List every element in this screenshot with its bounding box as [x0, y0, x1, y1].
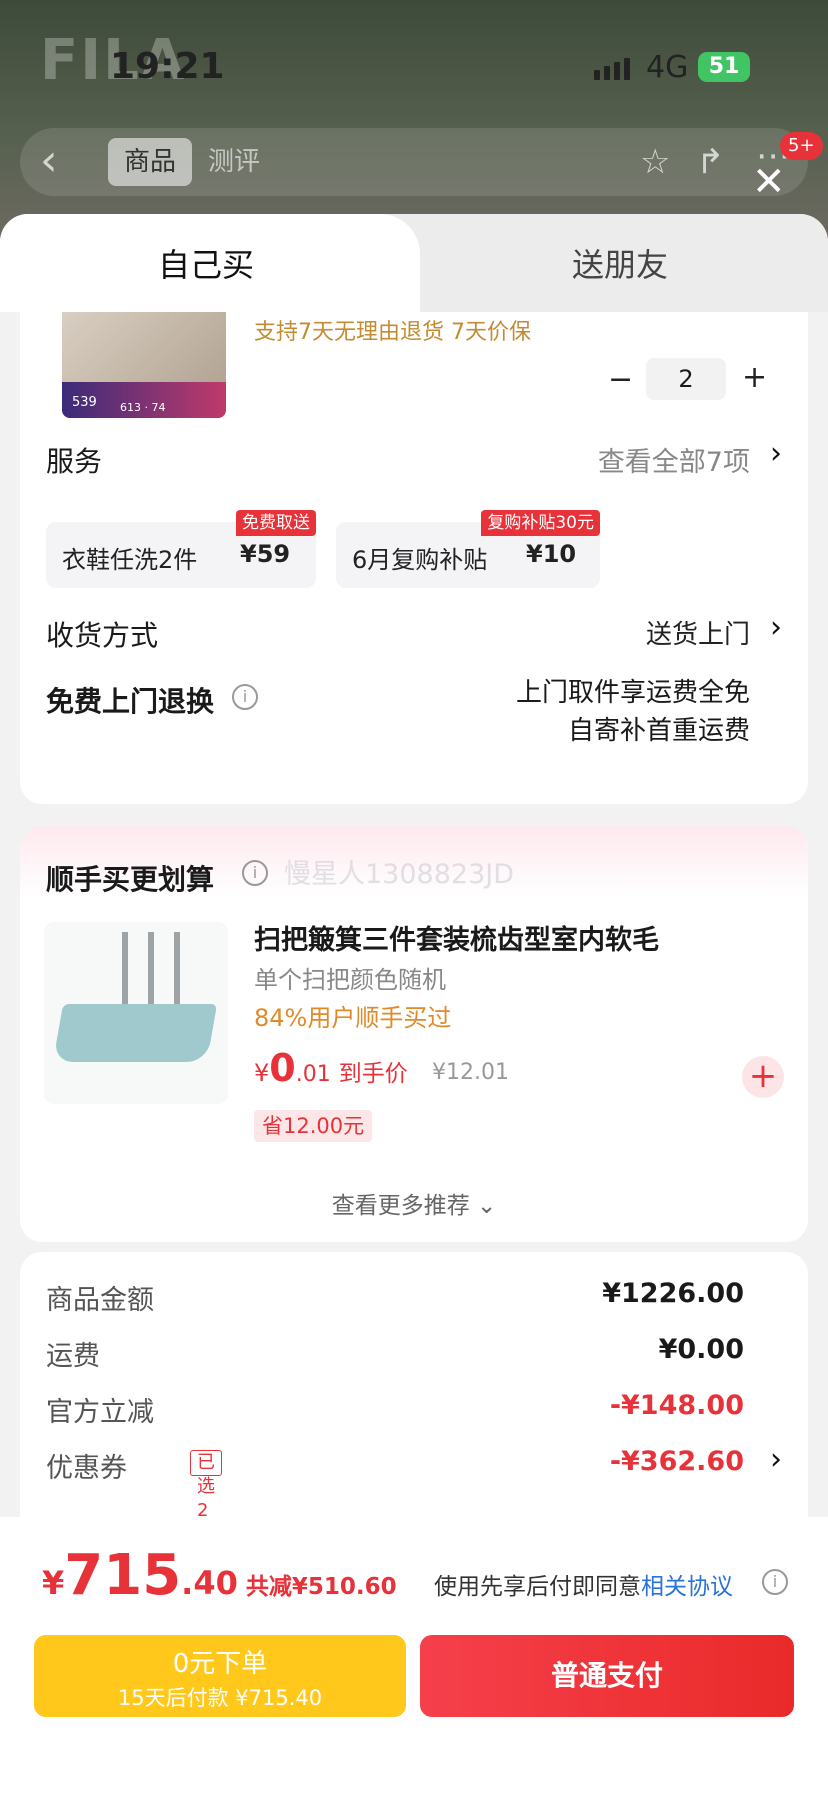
addon-product-sub: 单个扫把颜色随机 [254, 966, 446, 994]
addon-title: 顺手买更划算 [46, 863, 215, 896]
service-option[interactable]: 衣鞋任洗2件 ¥59 免费取送 [46, 510, 316, 588]
cart-badge: 5+ [780, 132, 823, 160]
summary-value: ¥1226.00 [602, 1278, 744, 1309]
free-return-line1: 上门取件享运费全免 [515, 678, 750, 708]
service-name: 衣鞋任洗2件 [62, 546, 198, 574]
network-type: 4G [646, 50, 689, 85]
addon-product-name[interactable]: 扫把簸箕三件套装梳齿型室内软毛 [254, 918, 659, 957]
sheet-tab-bar: 自己买 送朋友 [0, 214, 828, 312]
addon-save-badge: 省12.00元 [254, 1110, 373, 1142]
addon-price: ¥0.01 到手价 [254, 1046, 408, 1090]
status-time: 19:21 [110, 46, 225, 87]
services-title: 服务 [46, 445, 103, 478]
tab-buy-self[interactable]: 自己买 [0, 214, 420, 312]
service-tag: 免费取送 [236, 510, 316, 536]
summary-label: 官方立减 [46, 1397, 154, 1428]
tab-send-gift-label: 送朋友 [572, 246, 669, 284]
more-recommend-link[interactable]: 查看更多推荐 ⌄ [20, 1186, 808, 1220]
free-return-line2: 自寄补首重运费 [567, 716, 750, 746]
product-thumbnail[interactable]: 539 613 · 74 [62, 312, 226, 418]
addon-original-price: ¥12.01 [432, 1060, 509, 1085]
delivery-method[interactable]: 送货上门 [646, 614, 750, 651]
info-icon[interactable]: i [232, 684, 258, 710]
summary-value: ¥0.00 [658, 1334, 744, 1365]
pay-later-button[interactable]: 0元下单 15天后付款 ¥715.40 [34, 1635, 406, 1717]
product-image-background: FILA [0, 0, 828, 240]
more-recommend-label: 查看更多推荐 [331, 1193, 470, 1219]
star-icon[interactable]: ☆ [640, 142, 670, 182]
pay-later-detail: 15天后付款 ¥715.40 [117, 1686, 323, 1710]
free-return-label: 免费上门退换 [46, 685, 215, 718]
info-icon[interactable]: i [242, 860, 268, 886]
share-icon[interactable]: ↱ [696, 142, 725, 182]
chevron-right-icon[interactable]: › [770, 1442, 782, 1477]
total-reduction: 共减¥510.60 [245, 1574, 397, 1600]
tab-review[interactable]: 测评 [208, 138, 260, 186]
normal-pay-button[interactable]: 普通支付 [420, 1635, 794, 1717]
watermark-text: 慢星人1308823JD [284, 859, 515, 890]
addon-product-image[interactable] [44, 922, 228, 1104]
service-price: ¥10 [526, 540, 577, 568]
summary-value: -¥362.60 [609, 1446, 744, 1477]
coupon-row[interactable]: 优惠券 已选2张 [46, 1446, 222, 1545]
tab-goods[interactable]: 商品 [108, 138, 192, 186]
service-tag: 复购补贴30元 [481, 510, 600, 536]
battery-icon: 51 [698, 52, 750, 82]
summary-value: -¥148.00 [609, 1390, 744, 1421]
addon-bought-rate: 84%用户顺手买过 [254, 1004, 452, 1032]
order-card: 539 613 · 74 支持7天无理由退货 7天价保 − 2 + 服务 查看全… [20, 312, 808, 804]
summary-label: 商品金额 [46, 1285, 154, 1316]
tab-buy-self-label: 自己买 [158, 246, 255, 284]
signal-icon [594, 58, 630, 80]
addon-card: 顺手买更划算 i 慢星人1308823JD 扫把簸箕三件套装梳齿型室内软毛 单个… [20, 826, 808, 1242]
close-icon[interactable]: ✕ [752, 162, 786, 202]
chevron-right-icon[interactable]: › [770, 436, 782, 471]
quantity-input[interactable]: 2 [646, 358, 726, 400]
info-icon[interactable]: i [762, 1569, 788, 1595]
total-price: ¥715.40 共减¥510.60 [42, 1543, 397, 1608]
pay-later-label: 0元下单 [172, 1649, 268, 1679]
chevron-down-icon: ⌄ [477, 1193, 497, 1219]
delivery-label: 收货方式 [46, 619, 159, 652]
coupon-selected-tag: 已选2张 [190, 1450, 222, 1545]
service-price: ¥59 [240, 540, 291, 568]
service-name: 6月复购补贴 [352, 546, 488, 574]
bottom-bar: ¥715.40 共减¥510.60 使用先享后付即同意相关协议 i 0元下单 15… [0, 1517, 828, 1801]
services-view-all[interactable]: 查看全部7项 [598, 440, 750, 479]
agreement-link[interactable]: 相关协议 [641, 1574, 733, 1600]
return-guarantee: 支持7天无理由退货 7天价保 [254, 320, 531, 345]
add-addon-button[interactable]: + [742, 1056, 784, 1098]
agreement-text: 使用先享后付即同意相关协议 [434, 1574, 733, 1600]
service-option[interactable]: 6月复购补贴 ¥10 复购补贴30元 [336, 510, 600, 588]
chevron-right-icon[interactable]: › [770, 610, 782, 645]
quantity-minus-button[interactable]: − [608, 362, 633, 397]
summary-label: 优惠券 [46, 1453, 127, 1484]
back-icon[interactable]: ‹ [40, 136, 58, 186]
quantity-plus-button[interactable]: + [742, 360, 767, 395]
summary-label: 运费 [46, 1341, 100, 1372]
